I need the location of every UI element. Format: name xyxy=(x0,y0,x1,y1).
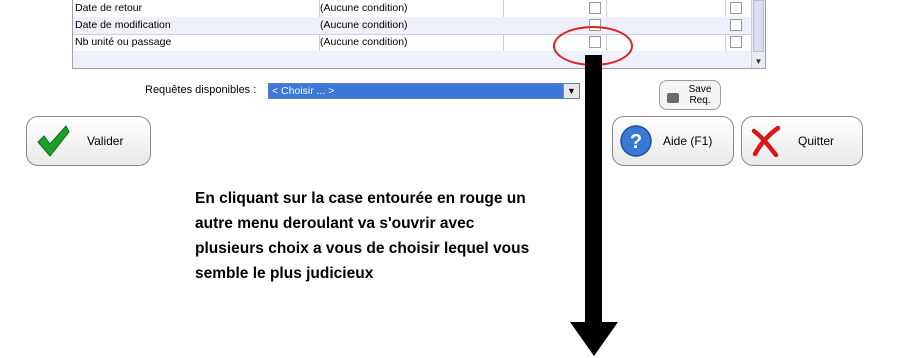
annotation-line: En cliquant sur la case entourée en roug… xyxy=(195,190,526,207)
save-request-label: Save Req. xyxy=(688,84,712,106)
arrow-down-icon xyxy=(570,322,618,356)
table-row[interactable] xyxy=(73,51,751,68)
requests-select[interactable]: < Choisir ... > ▼ xyxy=(268,83,580,99)
field-name-cell: Nb unité ou passage xyxy=(75,36,172,48)
condition-cell[interactable]: (Aucune condition) xyxy=(320,17,500,34)
field-name-cell xyxy=(75,51,307,68)
requests-label: Requêtes disponibles : xyxy=(145,84,257,96)
scroll-down-icon[interactable]: ▼ xyxy=(752,55,765,68)
scrollbar-thumb[interactable] xyxy=(753,0,764,52)
save-request-button[interactable]: Save Req. xyxy=(659,80,721,110)
criteria-grid: Date de retour (Aucune condition) Date d… xyxy=(72,0,766,69)
table-row[interactable]: Nb unité ou passage (Aucune condition) xyxy=(73,34,751,52)
disk-icon xyxy=(667,93,679,103)
quit-label: Quitter xyxy=(798,134,835,148)
help-button[interactable]: ? Aide (F1) xyxy=(612,116,734,166)
field-name-cell: Date de modification xyxy=(75,19,171,31)
condition-cell[interactable]: (Aucune condition) xyxy=(320,0,500,17)
help-label: Aide (F1) xyxy=(663,134,713,148)
valider-button[interactable]: Valider xyxy=(26,116,151,166)
table-row[interactable]: Date de modification (Aucune condition) xyxy=(73,17,751,35)
red-x-icon xyxy=(751,125,781,157)
condition-cell[interactable] xyxy=(320,51,500,68)
row-checkbox[interactable] xyxy=(730,2,742,14)
requests-selected-value: < Choisir ... > xyxy=(272,85,335,97)
table-row[interactable]: Date de retour (Aucune condition) xyxy=(73,0,751,18)
quit-button[interactable]: Quitter xyxy=(741,116,863,166)
annotation-line: autre menu deroulant va s'ouvrir avec xyxy=(195,215,475,232)
arrow-shaft xyxy=(585,55,602,327)
annotation-line: plusieurs choix a vous de choisir lequel… xyxy=(195,240,530,257)
vertical-scrollbar[interactable]: ▼ xyxy=(751,0,765,68)
field-name-cell: Date de retour xyxy=(75,2,143,14)
annotation-line: semble le plus judicieux xyxy=(195,265,374,282)
svg-text:?: ? xyxy=(630,131,642,153)
row-checkbox[interactable] xyxy=(730,19,742,31)
row-checkbox[interactable] xyxy=(589,2,601,14)
row-checkbox[interactable] xyxy=(730,36,742,48)
blue-help-icon: ? xyxy=(620,125,652,157)
annotation-text: En cliquant sur la case entourée en roug… xyxy=(195,186,575,286)
valider-label: Valider xyxy=(87,134,124,148)
chevron-down-icon[interactable]: ▼ xyxy=(563,84,579,98)
condition-cell[interactable]: (Aucune condition) xyxy=(320,34,500,51)
green-check-icon xyxy=(37,125,70,157)
